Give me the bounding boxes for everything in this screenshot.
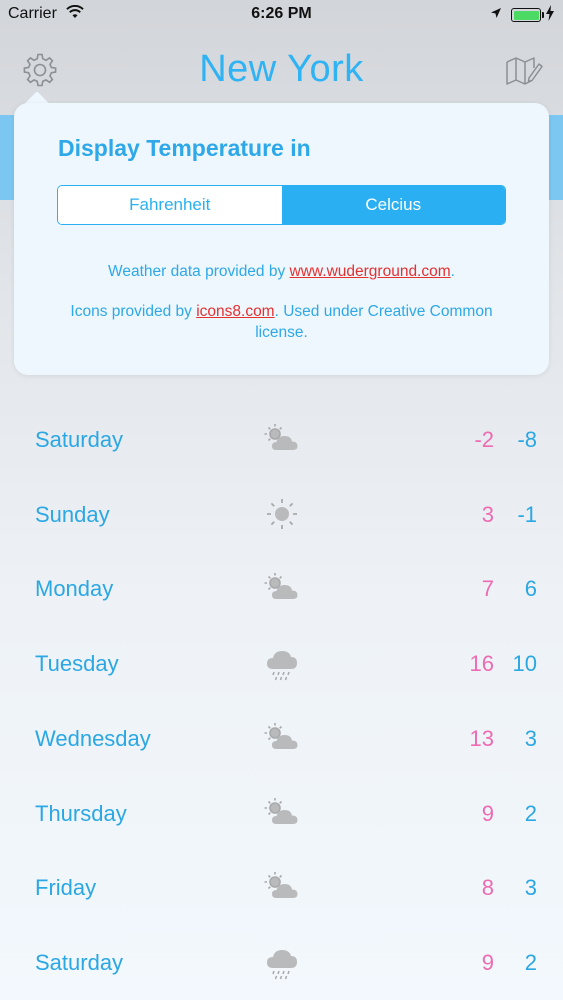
icons-credit-text: Icons provided by — [70, 303, 197, 320]
settings-popover: Display Temperature in Fahrenheit Celciu… — [14, 103, 549, 375]
high-temp: 9 — [481, 800, 494, 826]
fahrenheit-option[interactable]: Fahrenheit — [58, 186, 282, 224]
forecast-row: Saturday -2 -8 — [0, 403, 563, 477]
status-time: 6:26 PM — [251, 5, 312, 22]
day-name: Saturday — [35, 949, 124, 975]
partly-cloudy-icon — [262, 793, 302, 833]
day-name: Thursday — [35, 800, 127, 826]
day-name: Wednesday — [35, 725, 151, 751]
low-temp: 6 — [524, 576, 537, 602]
high-temp: 13 — [469, 725, 494, 751]
status-bar: Carrier 6:26 PM — [0, 0, 563, 30]
partly-cloudy-icon — [262, 419, 302, 459]
rain-cloud-icon — [262, 643, 302, 683]
forecast-row: Wednesday 13 3 — [0, 702, 563, 776]
city-title: New York — [199, 48, 364, 90]
forecast-row: Friday 8 3 — [0, 851, 563, 925]
partly-cloudy-icon — [262, 568, 302, 608]
battery-icon — [511, 8, 544, 22]
forecast-row: Sunday 3 -1 — [0, 478, 563, 552]
rain-cloud-icon — [262, 942, 302, 982]
high-temp: -2 — [474, 427, 494, 452]
partly-cloudy-icon — [262, 718, 302, 758]
wunderground-link[interactable]: www.wuderground.com — [290, 263, 451, 280]
popover-title: Display Temperature in — [58, 135, 311, 161]
day-name: Tuesday — [35, 651, 119, 677]
charging-bolt-icon — [546, 5, 554, 24]
day-name: Friday — [35, 875, 97, 901]
header: New York — [0, 40, 563, 100]
high-temp: 7 — [481, 576, 494, 602]
temperature-unit-selector: Fahrenheit Celcius — [57, 185, 506, 225]
forecast-row: Thursday 9 2 — [0, 777, 563, 851]
forecast-row: Monday 7 6 — [0, 552, 563, 626]
low-temp: 2 — [524, 800, 537, 826]
low-temp: -8 — [517, 427, 537, 452]
day-name: Monday — [35, 576, 114, 602]
low-temp: -1 — [517, 501, 537, 527]
weather-credit-end: . — [450, 263, 455, 280]
map-edit-icon — [506, 57, 543, 85]
weather-credit: Weather data provided by www.wuderground… — [14, 261, 549, 282]
location-arrow-icon — [490, 6, 502, 24]
celcius-option[interactable]: Celcius — [281, 186, 505, 224]
sun-icon — [262, 494, 302, 534]
day-name: Saturday — [35, 427, 124, 452]
low-temp: 2 — [524, 949, 537, 975]
high-temp: 16 — [469, 651, 494, 677]
forecast-row: Saturday 9 2 — [0, 926, 563, 1000]
weather-credit-text: Weather data provided by — [108, 263, 290, 280]
forecast-row: Tuesday 16 10 — [0, 627, 563, 701]
icons-credit-end: . Used under Creative Common license. — [255, 303, 493, 341]
day-name: Sunday — [35, 501, 110, 527]
icons8-link[interactable]: icons8.com — [196, 303, 274, 320]
map-edit-button[interactable] — [503, 52, 543, 88]
high-temp: 8 — [481, 875, 494, 901]
high-temp: 9 — [481, 949, 494, 975]
icons-credit: Icons provided by icons8.com. Used under… — [14, 301, 549, 343]
partly-cloudy-icon — [262, 867, 302, 907]
low-temp: 10 — [512, 651, 537, 677]
high-temp: 3 — [481, 501, 494, 527]
low-temp: 3 — [524, 875, 537, 901]
low-temp: 3 — [524, 725, 537, 751]
